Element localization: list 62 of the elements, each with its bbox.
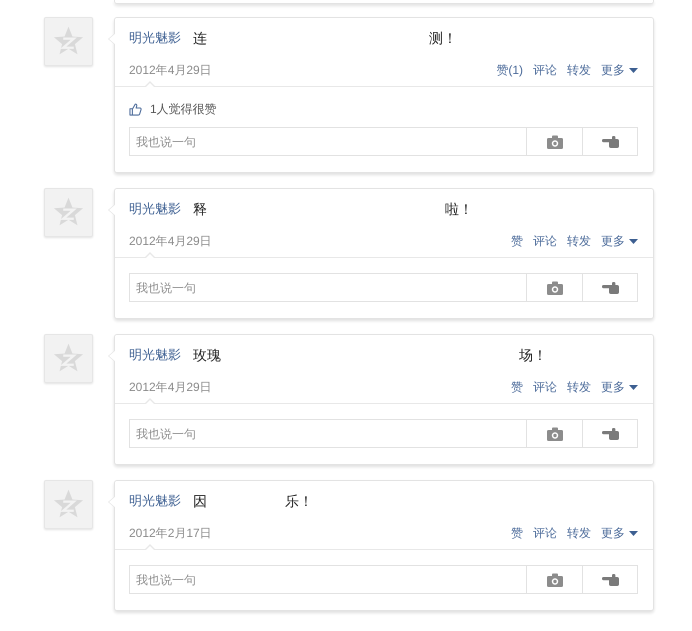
post-date: 2012年4月29日 bbox=[129, 233, 212, 250]
hand-button[interactable] bbox=[583, 565, 638, 594]
pointing-hand-icon bbox=[602, 428, 618, 440]
comment-input[interactable]: 我也说一句 bbox=[129, 273, 527, 302]
post-date: 2012年2月17日 bbox=[129, 525, 212, 542]
caret-icon bbox=[629, 384, 638, 390]
post-text: 乐！ bbox=[285, 492, 313, 511]
pointing-hand-icon bbox=[602, 282, 618, 294]
camera-button[interactable] bbox=[527, 565, 583, 594]
like-link[interactable]: 赞(1) bbox=[496, 60, 523, 80]
post-text: 玫瑰 bbox=[193, 346, 221, 365]
pointing-hand-icon bbox=[602, 136, 618, 148]
thumbs-up-icon bbox=[129, 102, 142, 116]
hand-button[interactable] bbox=[583, 273, 638, 302]
comment-input[interactable]: 我也说一句 bbox=[129, 565, 527, 594]
comment-input[interactable]: 我也说一句 bbox=[129, 419, 527, 448]
comment-link[interactable]: 评论 bbox=[533, 60, 557, 80]
caret-icon bbox=[629, 68, 638, 72]
author-link[interactable]: 明光魅影 bbox=[129, 491, 181, 511]
camera-icon bbox=[546, 572, 562, 586]
star-avatar-icon[interactable] bbox=[44, 334, 93, 383]
post-text: 释 bbox=[193, 200, 207, 219]
star-avatar-icon[interactable] bbox=[44, 188, 93, 237]
post-text: 测！ bbox=[429, 29, 457, 48]
post-date: 2012年4月29日 bbox=[129, 379, 212, 396]
camera-icon bbox=[546, 134, 562, 148]
more-link[interactable]: 更多 bbox=[601, 60, 638, 80]
comment-link[interactable]: 评论 bbox=[533, 377, 557, 397]
more-link[interactable]: 更多 bbox=[601, 523, 638, 543]
post-date: 2012年4月29日 bbox=[129, 62, 212, 79]
post-text: 连 bbox=[193, 29, 207, 48]
comment-input[interactable]: 我也说一句 bbox=[129, 127, 527, 156]
camera-icon bbox=[546, 280, 562, 294]
camera-button[interactable] bbox=[527, 419, 583, 448]
camera-button[interactable] bbox=[527, 273, 583, 302]
post-text: 场！ bbox=[519, 346, 547, 365]
repost-link[interactable]: 转发 bbox=[567, 60, 591, 80]
author-link[interactable]: 明光魅影 bbox=[129, 199, 181, 219]
pointing-hand-icon bbox=[602, 574, 618, 586]
camera-icon bbox=[546, 426, 562, 440]
likes-text: 1人觉得很赞 bbox=[150, 100, 217, 118]
post-text: 啦！ bbox=[445, 200, 473, 219]
repost-link[interactable]: 转发 bbox=[567, 377, 591, 397]
comment-link[interactable]: 评论 bbox=[533, 231, 557, 251]
camera-button[interactable] bbox=[527, 127, 583, 156]
like-link[interactable]: 赞 bbox=[511, 377, 523, 397]
post-text: 因 bbox=[193, 492, 207, 511]
author-link[interactable]: 明光魅影 bbox=[129, 345, 181, 365]
hand-button[interactable] bbox=[583, 127, 638, 156]
more-link[interactable]: 更多 bbox=[601, 231, 638, 251]
repost-link[interactable]: 转发 bbox=[567, 231, 591, 251]
like-link[interactable]: 赞 bbox=[511, 523, 523, 543]
star-avatar-icon[interactable] bbox=[44, 480, 93, 529]
like-link[interactable]: 赞 bbox=[511, 231, 523, 251]
author-link[interactable]: 明光魅影 bbox=[129, 28, 181, 48]
caret-icon bbox=[629, 238, 638, 244]
repost-link[interactable]: 转发 bbox=[567, 523, 591, 543]
star-avatar-icon[interactable] bbox=[44, 17, 93, 66]
caret-icon bbox=[629, 530, 638, 536]
more-link[interactable]: 更多 bbox=[601, 377, 638, 397]
comment-link[interactable]: 评论 bbox=[533, 523, 557, 543]
hand-button[interactable] bbox=[583, 419, 638, 448]
